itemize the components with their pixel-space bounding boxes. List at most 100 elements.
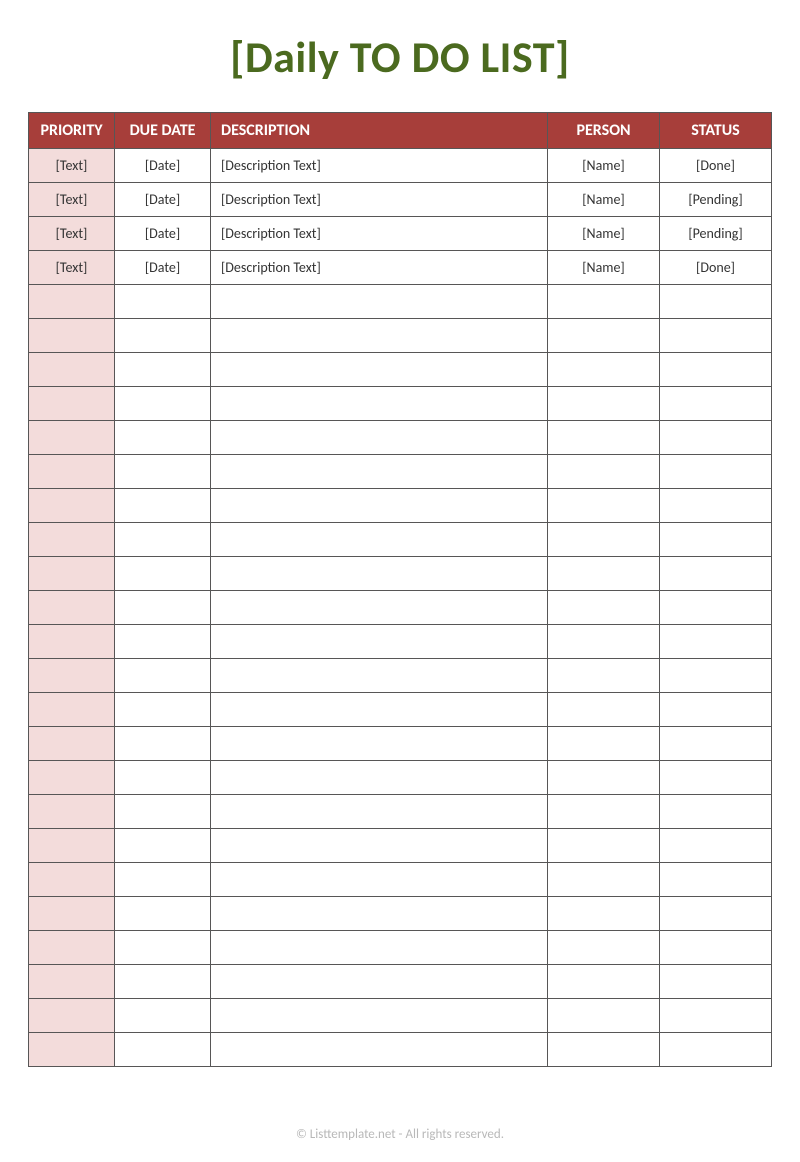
cell-person[interactable] bbox=[548, 829, 660, 863]
cell-status[interactable] bbox=[660, 659, 772, 693]
cell-description[interactable] bbox=[211, 319, 548, 353]
cell-description[interactable] bbox=[211, 387, 548, 421]
cell-status[interactable] bbox=[660, 727, 772, 761]
cell-status[interactable] bbox=[660, 999, 772, 1033]
cell-status[interactable]: [Done] bbox=[660, 149, 772, 183]
cell-description[interactable] bbox=[211, 625, 548, 659]
cell-priority[interactable] bbox=[29, 659, 115, 693]
cell-duedate[interactable] bbox=[115, 285, 211, 319]
cell-person[interactable] bbox=[548, 523, 660, 557]
cell-person[interactable] bbox=[548, 353, 660, 387]
cell-description[interactable] bbox=[211, 727, 548, 761]
cell-duedate[interactable] bbox=[115, 387, 211, 421]
cell-priority[interactable] bbox=[29, 353, 115, 387]
cell-duedate[interactable] bbox=[115, 931, 211, 965]
cell-priority[interactable] bbox=[29, 727, 115, 761]
cell-person[interactable] bbox=[548, 591, 660, 625]
cell-person[interactable] bbox=[548, 1033, 660, 1067]
cell-priority[interactable] bbox=[29, 591, 115, 625]
cell-duedate[interactable] bbox=[115, 455, 211, 489]
cell-description[interactable] bbox=[211, 829, 548, 863]
cell-duedate[interactable] bbox=[115, 863, 211, 897]
cell-priority[interactable] bbox=[29, 829, 115, 863]
cell-status[interactable]: [Pending] bbox=[660, 217, 772, 251]
cell-description[interactable] bbox=[211, 557, 548, 591]
cell-description[interactable] bbox=[211, 761, 548, 795]
cell-person[interactable]: [Name] bbox=[548, 183, 660, 217]
cell-status[interactable] bbox=[660, 523, 772, 557]
cell-person[interactable] bbox=[548, 795, 660, 829]
cell-duedate[interactable] bbox=[115, 353, 211, 387]
cell-priority[interactable]: [Text] bbox=[29, 183, 115, 217]
cell-status[interactable] bbox=[660, 353, 772, 387]
cell-description[interactable] bbox=[211, 421, 548, 455]
cell-description[interactable] bbox=[211, 999, 548, 1033]
cell-priority[interactable] bbox=[29, 421, 115, 455]
cell-priority[interactable] bbox=[29, 455, 115, 489]
cell-priority[interactable] bbox=[29, 523, 115, 557]
cell-status[interactable] bbox=[660, 965, 772, 999]
cell-description[interactable] bbox=[211, 353, 548, 387]
cell-description[interactable] bbox=[211, 591, 548, 625]
cell-status[interactable] bbox=[660, 557, 772, 591]
cell-status[interactable] bbox=[660, 863, 772, 897]
cell-priority[interactable] bbox=[29, 931, 115, 965]
cell-status[interactable] bbox=[660, 421, 772, 455]
cell-duedate[interactable] bbox=[115, 421, 211, 455]
cell-priority[interactable] bbox=[29, 999, 115, 1033]
cell-duedate[interactable]: [Date] bbox=[115, 217, 211, 251]
cell-status[interactable] bbox=[660, 319, 772, 353]
cell-duedate[interactable] bbox=[115, 523, 211, 557]
cell-duedate[interactable] bbox=[115, 965, 211, 999]
cell-duedate[interactable]: [Date] bbox=[115, 149, 211, 183]
cell-priority[interactable]: [Text] bbox=[29, 217, 115, 251]
cell-priority[interactable]: [Text] bbox=[29, 149, 115, 183]
cell-person[interactable] bbox=[548, 999, 660, 1033]
cell-person[interactable] bbox=[548, 693, 660, 727]
cell-priority[interactable] bbox=[29, 1033, 115, 1067]
cell-person[interactable]: [Name] bbox=[548, 149, 660, 183]
cell-status[interactable] bbox=[660, 829, 772, 863]
cell-description[interactable] bbox=[211, 795, 548, 829]
cell-status[interactable] bbox=[660, 897, 772, 931]
cell-duedate[interactable] bbox=[115, 625, 211, 659]
cell-duedate[interactable] bbox=[115, 693, 211, 727]
cell-duedate[interactable] bbox=[115, 829, 211, 863]
cell-status[interactable] bbox=[660, 489, 772, 523]
cell-description[interactable] bbox=[211, 455, 548, 489]
cell-duedate[interactable]: [Date] bbox=[115, 183, 211, 217]
cell-duedate[interactable] bbox=[115, 999, 211, 1033]
cell-duedate[interactable] bbox=[115, 1033, 211, 1067]
cell-person[interactable] bbox=[548, 285, 660, 319]
cell-status[interactable] bbox=[660, 931, 772, 965]
cell-person[interactable] bbox=[548, 727, 660, 761]
cell-priority[interactable] bbox=[29, 285, 115, 319]
cell-person[interactable] bbox=[548, 557, 660, 591]
cell-duedate[interactable] bbox=[115, 897, 211, 931]
cell-status[interactable] bbox=[660, 761, 772, 795]
cell-status[interactable]: [Done] bbox=[660, 251, 772, 285]
cell-description[interactable] bbox=[211, 863, 548, 897]
cell-person[interactable] bbox=[548, 965, 660, 999]
cell-description[interactable] bbox=[211, 659, 548, 693]
cell-person[interactable] bbox=[548, 659, 660, 693]
cell-duedate[interactable] bbox=[115, 795, 211, 829]
cell-description[interactable]: [Description Text] bbox=[211, 183, 548, 217]
cell-priority[interactable] bbox=[29, 795, 115, 829]
cell-priority[interactable] bbox=[29, 897, 115, 931]
cell-priority[interactable] bbox=[29, 761, 115, 795]
cell-priority[interactable]: [Text] bbox=[29, 251, 115, 285]
cell-status[interactable] bbox=[660, 387, 772, 421]
cell-status[interactable] bbox=[660, 625, 772, 659]
cell-priority[interactable] bbox=[29, 625, 115, 659]
cell-duedate[interactable] bbox=[115, 659, 211, 693]
cell-description[interactable] bbox=[211, 897, 548, 931]
cell-person[interactable] bbox=[548, 761, 660, 795]
cell-person[interactable] bbox=[548, 319, 660, 353]
cell-person[interactable] bbox=[548, 625, 660, 659]
cell-priority[interactable] bbox=[29, 965, 115, 999]
cell-description[interactable]: [Description Text] bbox=[211, 149, 548, 183]
cell-priority[interactable] bbox=[29, 319, 115, 353]
cell-status[interactable] bbox=[660, 795, 772, 829]
cell-description[interactable]: [Description Text] bbox=[211, 251, 548, 285]
